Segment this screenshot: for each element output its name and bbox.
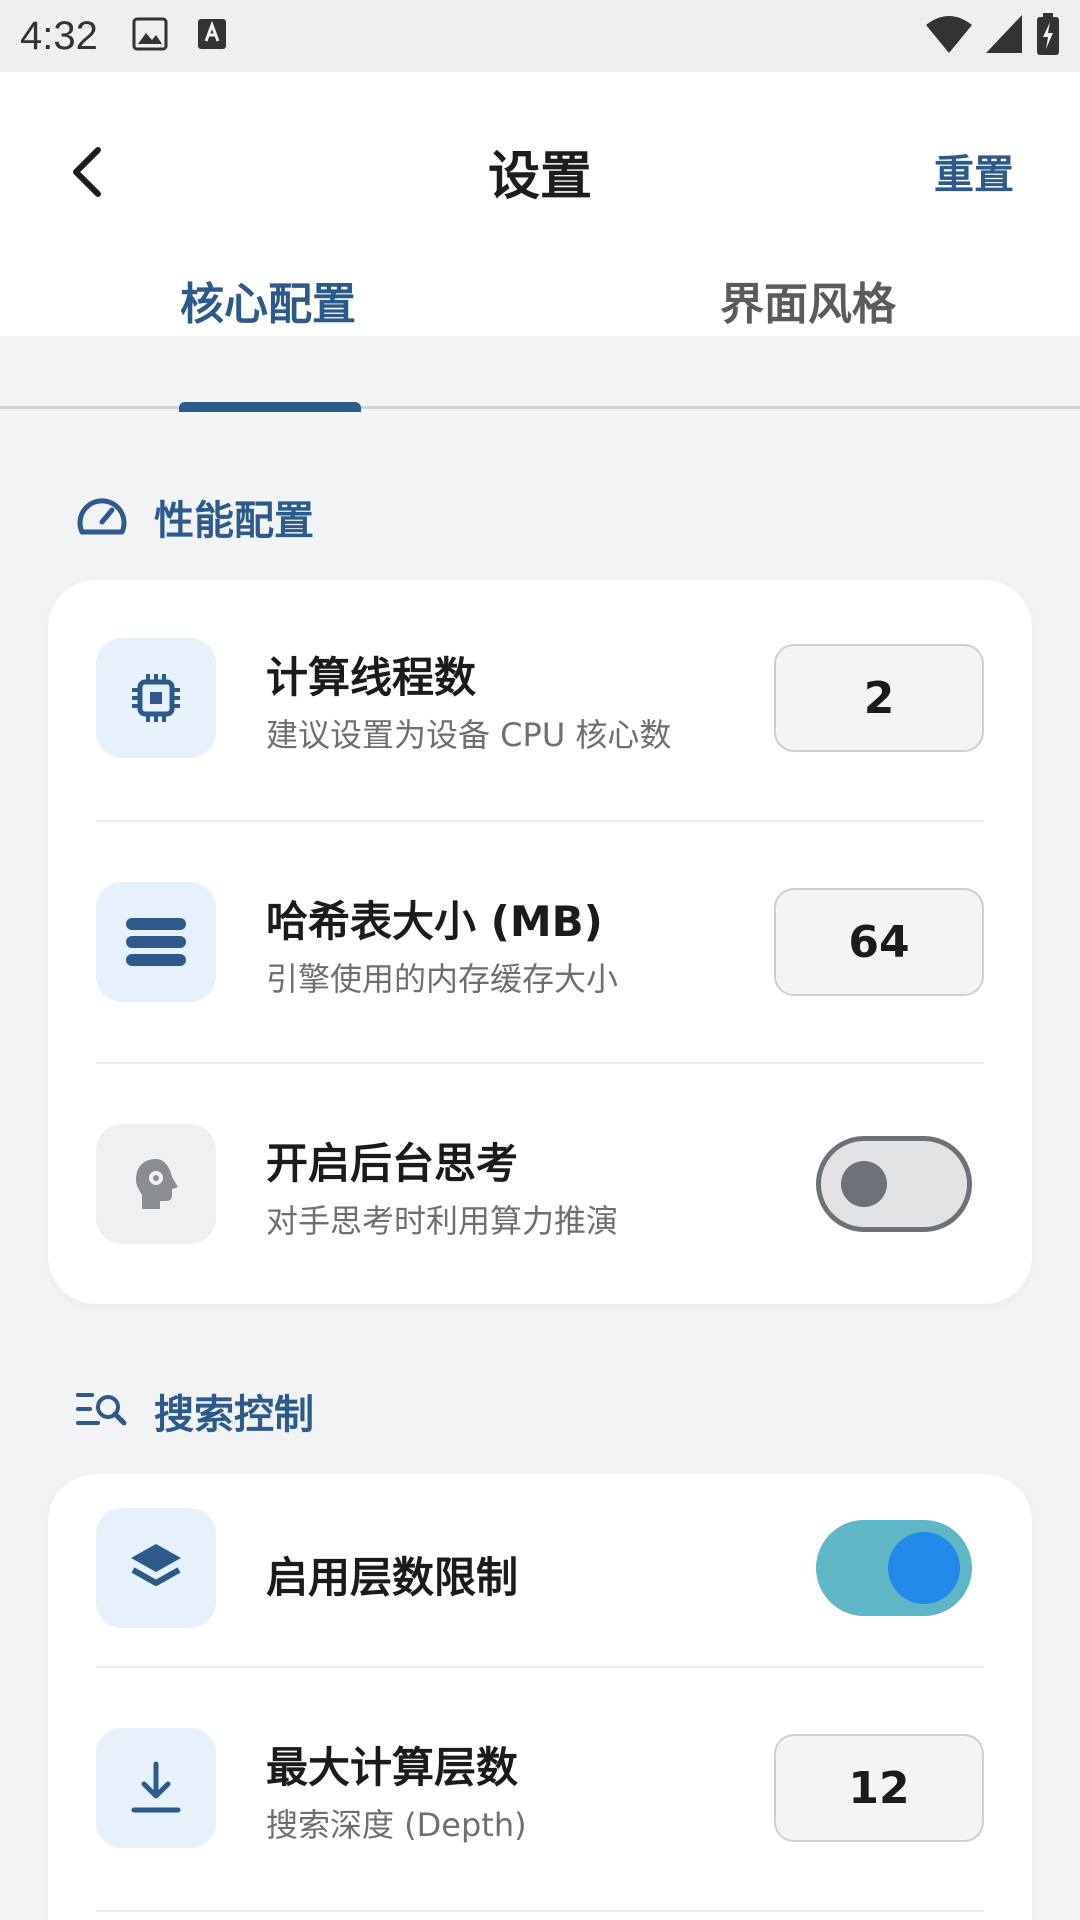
row-subtitle: 对手思考时利用算力推演: [266, 1202, 619, 1240]
tab-indicator: [179, 402, 361, 412]
toggle-knob: [841, 1161, 887, 1207]
section-title: 性能配置: [154, 498, 314, 544]
section-title: 搜索控制: [154, 1392, 314, 1438]
setting-row-max-depth: 最大计算层数 搜索深度 (Depth) 12: [96, 1728, 984, 1848]
divider: [96, 1910, 984, 1912]
divider: [96, 1062, 984, 1064]
layers-icon: [96, 1508, 216, 1628]
wifi-icon: [926, 15, 972, 57]
divider: [96, 1666, 984, 1668]
setting-row-threads: 计算线程数 建议设置为设备 CPU 核心数 2: [96, 638, 984, 758]
keyboard-a-icon: [196, 17, 228, 55]
image-icon: [132, 17, 168, 55]
depth-limit-toggle[interactable]: [816, 1520, 972, 1616]
row-subtitle: 建议设置为设备 CPU 核心数: [266, 716, 672, 754]
row-title: 哈希表大小 (MB): [266, 897, 603, 946]
status-time: 4:32: [20, 13, 98, 58]
reset-button[interactable]: 重置: [934, 142, 1014, 200]
max-depth-value-input[interactable]: 12: [774, 1734, 984, 1842]
cpu-icon: [96, 638, 216, 758]
status-bar: 4:32: [0, 0, 1080, 72]
signal-icon: [986, 15, 1022, 57]
search-card: 启用层数限制 最大计算层数 搜索深度 (Depth) 12: [48, 1474, 1032, 1920]
row-title: 开启后台思考: [266, 1139, 519, 1188]
app-bar: 设置 重置 核心配置 界面风格: [0, 72, 1080, 336]
row-subtitle: 搜索深度 (Depth): [266, 1806, 527, 1844]
tab-core-config[interactable]: 核心配置: [180, 268, 356, 332]
divider: [96, 820, 984, 822]
setting-row-hash-size: 哈希表大小 (MB) 引擎使用的内存缓存大小 64: [96, 882, 984, 1002]
threads-value-input[interactable]: 2: [774, 644, 984, 752]
speedometer-icon: [76, 492, 128, 542]
row-title: 最大计算层数: [266, 1743, 519, 1792]
performance-card: 计算线程数 建议设置为设备 CPU 核心数 2 哈希表大小 (MB) 引擎使用的…: [48, 580, 1032, 1304]
section-header-performance: 性能配置: [76, 488, 314, 546]
section-header-search: 搜索控制: [76, 1382, 314, 1440]
tab-divider: [0, 406, 1080, 409]
tab-ui-style[interactable]: 界面风格: [720, 268, 896, 332]
setting-row-ponder: 开启后台思考 对手思考时利用算力推演: [96, 1124, 984, 1244]
page-title: 设置: [487, 147, 592, 207]
row-subtitle: 引擎使用的内存缓存大小: [266, 960, 619, 998]
head-gear-icon: [96, 1124, 216, 1244]
hash-size-value-input[interactable]: 64: [774, 888, 984, 996]
setting-row-depth-limit: 启用层数限制: [96, 1508, 984, 1628]
download-arrow-icon: [96, 1728, 216, 1848]
battery-charging-icon: [1036, 13, 1060, 59]
list-search-icon: [76, 1389, 128, 1433]
row-title: 计算线程数: [266, 653, 477, 702]
toggle-knob: [888, 1532, 960, 1604]
tab-bar: 核心配置 界面风格: [0, 268, 1080, 336]
row-title: 启用层数限制: [266, 1553, 519, 1602]
storage-icon: [96, 882, 216, 1002]
ponder-toggle[interactable]: [816, 1136, 972, 1232]
